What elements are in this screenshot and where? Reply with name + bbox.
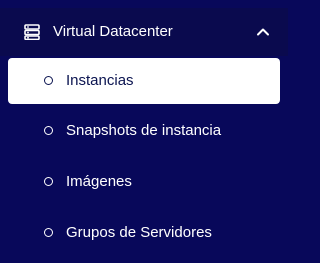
bullet-icon <box>44 228 53 237</box>
server-icon <box>24 24 40 40</box>
sidebar: Virtual Datacenter Instancias Snapshots … <box>0 0 288 263</box>
bullet-icon <box>44 76 53 85</box>
nav-item-label: Imágenes <box>66 173 132 190</box>
nav-item-instancias[interactable]: Instancias <box>8 58 280 104</box>
nav-item-snapshots-de-instancia[interactable]: Snapshots de instancia <box>8 108 280 154</box>
nav-item-grupos-de-servidores[interactable]: Grupos de Servidores <box>8 210 280 256</box>
section-title: Virtual Datacenter <box>53 23 173 40</box>
nav-item-label: Instancias <box>66 72 134 89</box>
virtual-datacenter-section-header[interactable]: Virtual Datacenter <box>0 8 288 56</box>
bullet-icon <box>44 126 53 135</box>
chevron-up-icon[interactable] <box>256 25 270 39</box>
nav-item-imagenes[interactable]: Imágenes <box>8 159 280 205</box>
nav-item-label: Snapshots de instancia <box>66 122 222 139</box>
bullet-icon <box>44 177 53 186</box>
nav-item-label: Grupos de Servidores <box>66 224 212 241</box>
